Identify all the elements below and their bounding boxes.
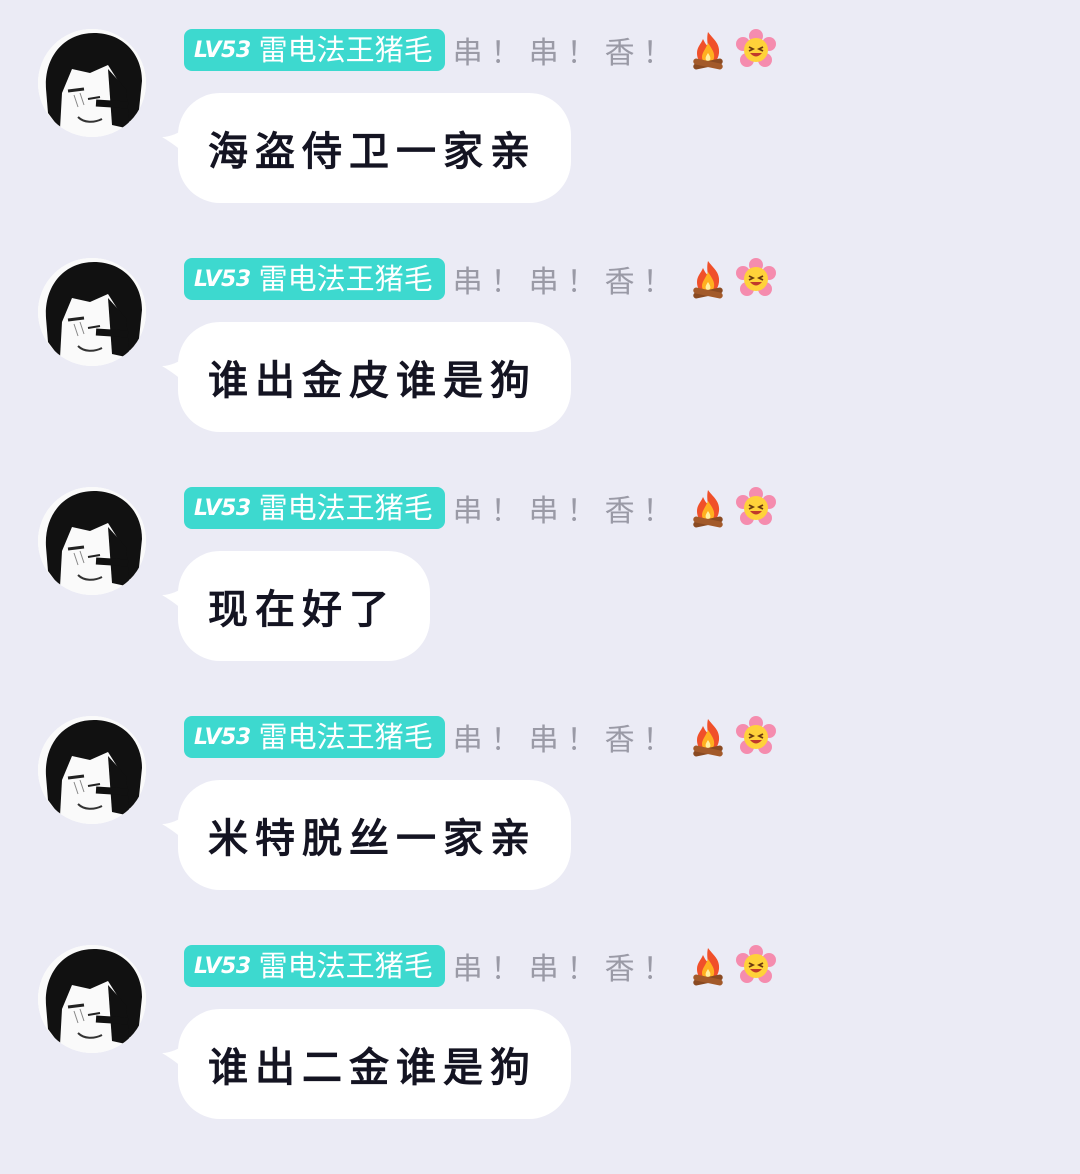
message-header: LV53 雷电法王猪毛 串！串！香！ bbox=[184, 258, 777, 300]
anime-avatar-icon bbox=[38, 258, 146, 366]
anime-avatar-icon bbox=[38, 487, 146, 595]
username: 雷电法王猪毛 bbox=[258, 720, 433, 754]
user-signature: 串！串！香！ bbox=[452, 494, 681, 529]
user-avatar[interactable] bbox=[38, 29, 146, 137]
user-avatar[interactable] bbox=[38, 716, 146, 824]
chat-message: LV53 雷电法王猪毛 串！串！香！ bbox=[0, 258, 1080, 487]
user-signature: 串！串！香！ bbox=[452, 952, 681, 987]
message-header: LV53 雷电法王猪毛 串！串！香！ bbox=[184, 716, 777, 758]
level-label: LV53 bbox=[194, 724, 251, 750]
campfire-icon bbox=[687, 29, 729, 71]
campfire-icon bbox=[687, 716, 729, 758]
message-text: 谁出金皮谁是狗 bbox=[208, 358, 537, 404]
username: 雷电法王猪毛 bbox=[258, 33, 433, 67]
message-bubble[interactable]: 米特脱丝一家亲 bbox=[178, 780, 571, 890]
user-signature: 串！串！香！ bbox=[452, 265, 681, 300]
message-text: 海盗侍卫一家亲 bbox=[208, 129, 537, 175]
message-text: 现在好了 bbox=[208, 587, 396, 633]
campfire-icon bbox=[687, 945, 729, 987]
message-bubble[interactable]: 谁出金皮谁是狗 bbox=[178, 322, 571, 432]
laughing-flower-icon bbox=[735, 29, 777, 71]
level-label: LV53 bbox=[194, 953, 251, 979]
level-name-badge[interactable]: LV53 雷电法王猪毛 bbox=[184, 487, 445, 529]
message-bubble[interactable]: 谁出二金谁是狗 bbox=[178, 1009, 571, 1119]
message-text: 米特脱丝一家亲 bbox=[208, 816, 537, 862]
message-bubble[interactable]: 海盗侍卫一家亲 bbox=[178, 93, 571, 203]
message-header: LV53 雷电法王猪毛 串！串！香！ bbox=[184, 945, 777, 987]
laughing-flower-icon bbox=[735, 945, 777, 987]
user-signature: 串！串！香！ bbox=[452, 723, 681, 758]
level-name-badge[interactable]: LV53 雷电法王猪毛 bbox=[184, 29, 445, 71]
username: 雷电法王猪毛 bbox=[258, 262, 433, 296]
message-header: LV53 雷电法王猪毛 串！串！香！ bbox=[184, 487, 777, 529]
message-bubble[interactable]: 现在好了 bbox=[178, 551, 430, 661]
anime-avatar-icon bbox=[38, 29, 146, 137]
level-label: LV53 bbox=[194, 37, 251, 63]
campfire-icon bbox=[687, 258, 729, 300]
laughing-flower-icon bbox=[735, 487, 777, 529]
level-name-badge[interactable]: LV53 雷电法王猪毛 bbox=[184, 945, 445, 987]
username: 雷电法王猪毛 bbox=[258, 491, 433, 525]
level-label: LV53 bbox=[194, 266, 251, 292]
message-header: LV53 雷电法王猪毛 串！串！香！ bbox=[184, 29, 777, 71]
laughing-flower-icon bbox=[735, 716, 777, 758]
laughing-flower-icon bbox=[735, 258, 777, 300]
chat-message: LV53 雷电法王猪毛 串！串！香！ bbox=[0, 945, 1080, 1174]
anime-avatar-icon bbox=[38, 716, 146, 824]
username: 雷电法王猪毛 bbox=[258, 949, 433, 983]
level-name-badge[interactable]: LV53 雷电法王猪毛 bbox=[184, 716, 445, 758]
user-signature: 串！串！香！ bbox=[452, 36, 681, 71]
user-avatar[interactable] bbox=[38, 487, 146, 595]
chat-message: LV53 雷电法王猪毛 串！串！香！ bbox=[0, 716, 1080, 945]
level-label: LV53 bbox=[194, 495, 251, 521]
chat-message: LV53 雷电法王猪毛 串！串！香！ bbox=[0, 487, 1080, 716]
user-avatar[interactable] bbox=[38, 945, 146, 1053]
user-avatar[interactable] bbox=[38, 258, 146, 366]
anime-avatar-icon bbox=[38, 945, 146, 1053]
campfire-icon bbox=[687, 487, 729, 529]
chat-message: LV53 雷电法王猪毛 串！串！香！ bbox=[0, 29, 1080, 258]
level-name-badge[interactable]: LV53 雷电法王猪毛 bbox=[184, 258, 445, 300]
message-text: 谁出二金谁是狗 bbox=[208, 1045, 537, 1091]
